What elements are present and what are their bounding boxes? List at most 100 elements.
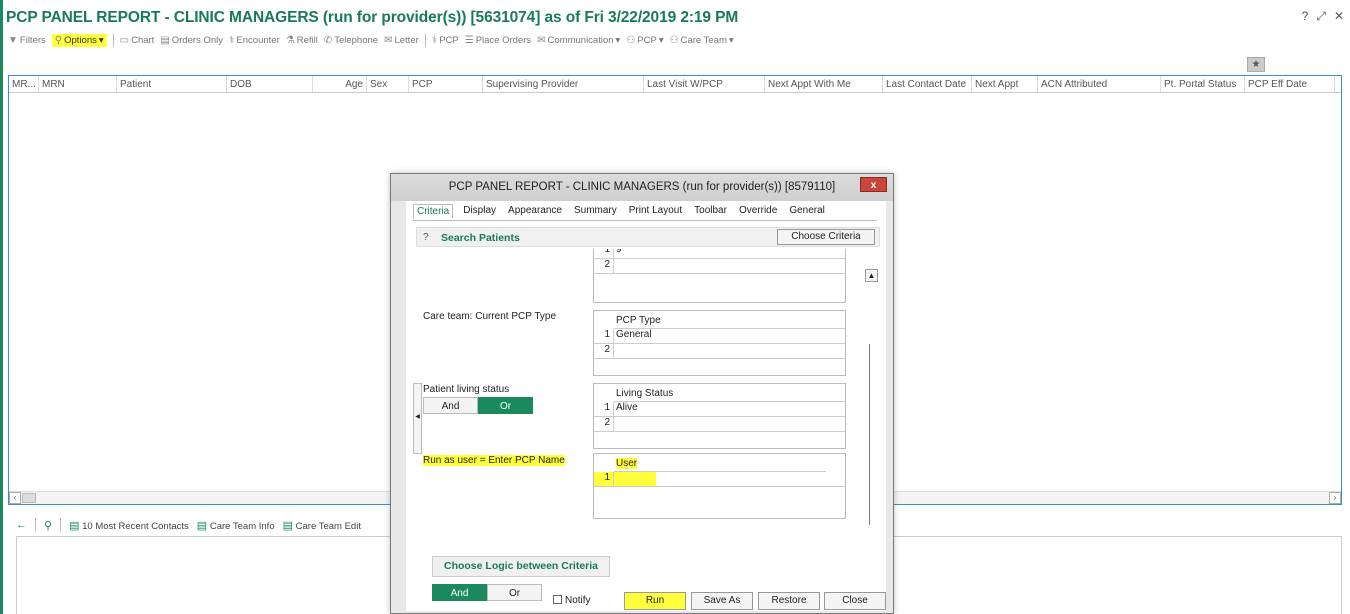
care-team-info-button[interactable]: ▤ Care Team Info <box>197 519 275 532</box>
filters-button[interactable]: ▼ Filters <box>8 35 46 46</box>
restore-button[interactable]: Restore <box>758 592 820 610</box>
column-header[interactable]: Sex <box>367 76 409 92</box>
run-as-user-label: Run as user = Enter PCP Name <box>423 455 565 466</box>
care-team-pcp-type-label: Care team: Current PCP Type <box>423 311 557 322</box>
column-header[interactable]: MRN <box>39 76 117 92</box>
pcp-menu-button[interactable]: ⚇ PCP ▾ <box>626 35 663 46</box>
vertical-scrollbar[interactable]: ▲ ▼ <box>865 269 878 525</box>
notify-checkbox[interactable]: Notify <box>553 595 591 606</box>
tab-appearance[interactable]: Appearance <box>506 204 564 218</box>
collapse-panel-button[interactable]: ◀ <box>413 383 422 454</box>
options-button[interactable]: ⚲ Options ▾ <box>51 34 107 47</box>
tab-summary[interactable]: Summary <box>572 204 619 218</box>
pcp-button[interactable]: ⚕ PCP <box>432 35 459 46</box>
back-arrow-icon[interactable]: ← <box>16 519 27 531</box>
scroll-up-icon[interactable]: ▲ <box>865 269 878 282</box>
column-header[interactable]: MR... <box>9 76 39 92</box>
filter-icon: ▼ <box>8 35 18 46</box>
app-root: PCP PANEL REPORT - CLINIC MANAGERS (run … <box>0 0 1350 614</box>
table-row[interactable]: 2 <box>594 259 845 274</box>
column-header[interactable]: Last Contact Date <box>883 76 972 92</box>
care-team-button[interactable]: ⚇ Care Team ▾ <box>670 35 734 46</box>
criteria-dialog: PCP PANEL REPORT - CLINIC MANAGERS (run … <box>390 173 894 614</box>
run-button[interactable]: Run <box>624 592 686 610</box>
encounter-button[interactable]: ⚕ Encounter <box>229 35 280 46</box>
tab-toolbar[interactable]: Toolbar <box>692 204 729 218</box>
column-header[interactable]: DOB <box>227 76 313 92</box>
tab-general[interactable]: General <box>787 204 827 218</box>
table-row[interactable]: 1 General <box>594 329 845 344</box>
search-icon: ⚲ <box>54 35 63 46</box>
letter-button[interactable]: ✉ Letter <box>384 35 419 46</box>
scroll-thumb[interactable] <box>22 493 36 503</box>
main-toolbar: ▼ Filters ⚲ Options ▾ ▭ Chart ▤ Orders Only ⚕… <box>8 34 734 47</box>
left-rail <box>0 0 3 614</box>
search-patients-header: ? Search Patients Choose Criteria <box>416 227 880 247</box>
tab-display[interactable]: Display <box>461 204 498 218</box>
orders-only-button[interactable]: ▤ Orders Only <box>160 35 223 46</box>
column-header[interactable]: Age <box>313 76 367 92</box>
refill-button[interactable]: ⚗ Refill <box>286 35 318 46</box>
scroll-track[interactable] <box>869 344 870 525</box>
report-icon: ▤ <box>196 519 208 532</box>
dialog-close-button[interactable]: x <box>860 177 887 192</box>
column-header[interactable]: Next Appt With Me <box>765 76 883 92</box>
column-header[interactable]: Last Visit W/PCP <box>644 76 765 92</box>
and-button[interactable]: And <box>423 397 478 414</box>
refill-icon: ⚗ <box>285 35 295 46</box>
care-team-edit-button[interactable]: ▤ Care Team Edit <box>283 519 361 532</box>
table-row[interactable]: 1 <box>594 472 845 487</box>
row-value: General <box>616 329 652 340</box>
living-status-header: Living Status <box>614 384 845 402</box>
close-icon[interactable]: ✕ <box>1334 9 1344 24</box>
dialog-tabs: Criteria Display Appearance Summary Prin… <box>413 204 827 218</box>
encounter-label: Encounter <box>236 35 280 46</box>
table-row[interactable]: 2 <box>594 344 845 359</box>
living-status-table: Living Status 1 Alive 2 <box>593 383 846 449</box>
column-header[interactable]: ACN Attributed <box>1038 76 1161 92</box>
chart-label: Chart <box>131 35 155 46</box>
column-header[interactable]: Pt. Portal Status <box>1161 76 1245 92</box>
place-orders-button[interactable]: ☰ Place Orders <box>465 35 531 46</box>
tab-override[interactable]: Override <box>737 204 779 218</box>
search-icon[interactable]: ⚲ <box>44 519 52 532</box>
column-header[interactable]: Next Appt <box>972 76 1038 92</box>
filters-label: Filters <box>19 35 46 46</box>
table-row[interactable]: 1 Alive <box>594 402 845 417</box>
tab-print-layout[interactable]: Print Layout <box>627 204 684 218</box>
chart-button[interactable]: ▭ Chart <box>120 35 155 46</box>
or-button[interactable]: Or <box>478 397 533 414</box>
options-label: Options <box>64 35 97 46</box>
recent-contacts-button[interactable]: ▤ 10 Most Recent Contacts <box>69 519 189 532</box>
communication-button[interactable]: ✉ Communication ▾ <box>537 35 620 46</box>
folder-icon: ▭ <box>119 35 130 46</box>
column-header[interactable]: PCP Eff Date <box>1245 76 1335 92</box>
row-value <box>614 417 616 431</box>
choose-criteria-button[interactable]: Choose Criteria <box>777 229 875 245</box>
help-icon[interactable]: ? <box>1302 9 1309 24</box>
pcp-label: PCP <box>439 35 459 46</box>
list-icon: ☰ <box>464 35 474 46</box>
column-header[interactable]: Supervising Provider <box>483 76 644 92</box>
people-icon: ⚇ <box>669 35 679 46</box>
scroll-left-icon[interactable]: ‹ <box>9 492 21 504</box>
tab-criteria[interactable]: Criteria <box>413 204 454 218</box>
column-header[interactable]: PCP <box>409 76 483 92</box>
row-value <box>614 259 616 273</box>
user-input-field[interactable] <box>614 472 656 486</box>
choose-logic-button[interactable]: Choose Logic between Criteria <box>432 556 610 577</box>
favorite-star-button[interactable]: ★ <box>1247 57 1265 72</box>
scroll-right-icon[interactable]: › <box>1329 492 1341 504</box>
expand-icon[interactable]: ⤢ <box>1316 9 1326 24</box>
telephone-button[interactable]: ✆ Telephone <box>324 35 378 46</box>
help-icon[interactable]: ? <box>423 232 429 243</box>
table-row[interactable]: 2 <box>594 417 845 432</box>
save-as-button[interactable]: Save As <box>691 592 753 610</box>
table-row[interactable]: 19 <box>594 249 845 259</box>
column-header[interactable]: Patient <box>117 76 227 92</box>
lower-toolbar: ← ⚲ ▤ 10 Most Recent Contacts ▤ Care Tea… <box>16 518 361 532</box>
telephone-label: Telephone <box>334 35 379 46</box>
communication-label: Communication <box>547 35 614 46</box>
close-button[interactable]: Close <box>824 592 886 610</box>
criteria-table: 19 2 <box>593 249 846 303</box>
